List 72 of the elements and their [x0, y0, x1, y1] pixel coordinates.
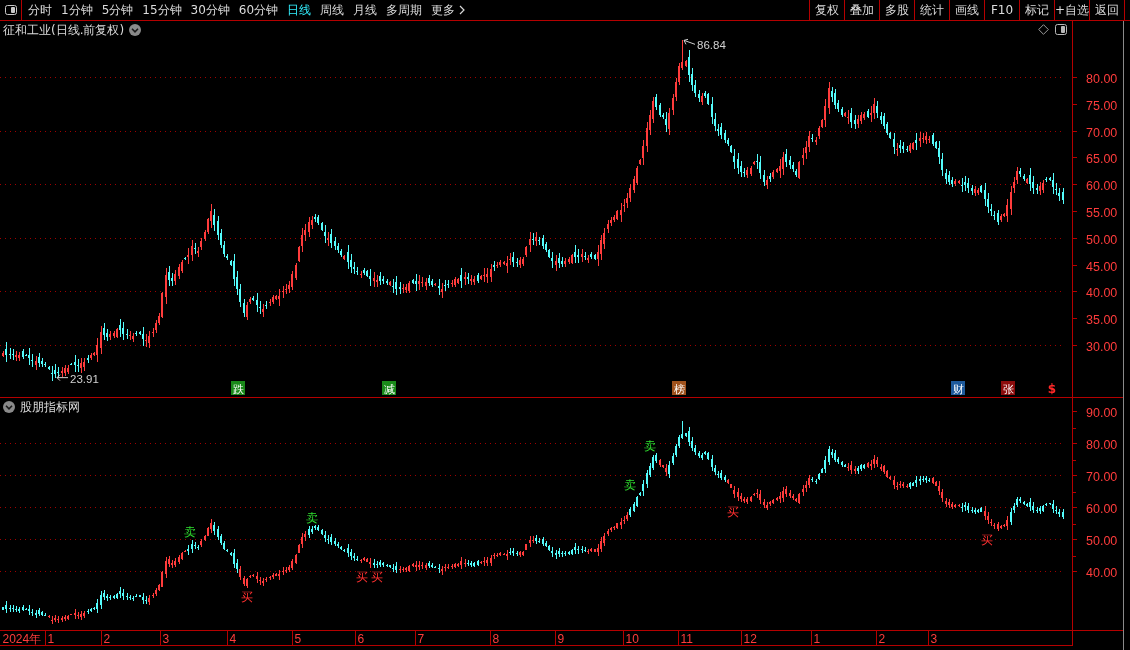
time-axis-label: 12 — [743, 631, 757, 646]
price-axis-label: 35.00 — [1086, 312, 1118, 327]
price-axis-label: 75.00 — [1086, 98, 1118, 113]
event-tag[interactable]: 张 — [1001, 381, 1015, 396]
price-axis-label: 60.00 — [1086, 178, 1118, 193]
price-label: 86.84 — [697, 39, 726, 52]
period-tab[interactable]: 多周期 — [386, 0, 423, 20]
buy-signal-label: 买 — [981, 533, 993, 548]
period-tab[interactable]: 周线 — [320, 0, 345, 20]
value-axis-label: 80.00 — [1086, 437, 1118, 452]
more-menu[interactable]: 更多 — [431, 0, 466, 20]
time-axis-label: 2 — [103, 631, 111, 646]
price-axis-label: 45.00 — [1086, 259, 1118, 274]
price-axis-label: 80.00 — [1086, 71, 1118, 86]
period-tab[interactable]: 1分钟 — [61, 0, 93, 20]
arrow-icon — [683, 38, 696, 45]
price-axis-label: 50.00 — [1086, 232, 1118, 247]
chart-title: 征和工业(日线.前复权) — [3, 23, 125, 37]
price-axis-label: 30.00 — [1086, 339, 1118, 354]
value-axis-label: 90.00 — [1086, 405, 1118, 420]
time-axis-label: 1 — [813, 631, 821, 646]
price-axis-label: 40.00 — [1086, 285, 1118, 300]
value-axis-label: 50.00 — [1086, 533, 1118, 548]
sell-signal-label: 卖 — [306, 510, 318, 525]
time-axis-label: 5 — [294, 631, 302, 646]
period-tab[interactable]: 月线 — [353, 0, 378, 20]
buy-signal-label: 买 — [241, 589, 253, 604]
price-axis-label: 65.00 — [1086, 151, 1118, 166]
sell-signal-label: 卖 — [184, 525, 196, 540]
event-tag[interactable]: 跌 — [231, 381, 245, 396]
toolbar-button[interactable]: +自选 — [1054, 0, 1089, 20]
price-axis-label: 70.00 — [1086, 125, 1118, 140]
time-axis-label: 3 — [930, 631, 938, 646]
arrow-icon — [56, 374, 69, 382]
period-tab[interactable]: 30分钟 — [190, 0, 230, 20]
value-axis-label: 70.00 — [1086, 469, 1118, 484]
period-tab[interactable]: 分时 — [28, 0, 52, 20]
time-axis-label: 2 — [878, 631, 886, 646]
price-label: 23.91 — [70, 372, 99, 385]
time-axis-label: 3 — [162, 631, 170, 646]
time-axis-label: 2024年 — [2, 631, 42, 646]
event-symbol[interactable]: $ — [1047, 382, 1057, 396]
price-axis-label: 55.00 — [1086, 205, 1118, 220]
period-tab[interactable]: 15分钟 — [142, 0, 182, 20]
value-axis-label: 60.00 — [1086, 501, 1118, 516]
value-axis-label: 40.00 — [1086, 565, 1118, 580]
time-axis-label: 8 — [492, 631, 500, 646]
diamond-icon[interactable] — [1038, 24, 1049, 35]
time-axis-label: 10 — [625, 631, 639, 646]
buy-signal-label: 买 — [356, 569, 368, 584]
time-axis-label: 7 — [417, 631, 425, 646]
event-tag[interactable]: 榜 — [672, 381, 686, 396]
period-tab[interactable]: 5分钟 — [101, 0, 134, 20]
panel-toggle-icon[interactable] — [1055, 24, 1067, 35]
sell-signal-label: 卖 — [624, 477, 636, 492]
period-tab[interactable]: 60分钟 — [238, 0, 279, 20]
time-axis-label: 6 — [357, 631, 365, 646]
indicator-title: 股朋指标网 — [20, 400, 80, 414]
event-tag[interactable]: 财 — [951, 381, 965, 396]
time-axis-label: 1 — [47, 631, 55, 646]
sell-signal-label: 卖 — [644, 439, 656, 454]
chevron-down-icon[interactable] — [129, 24, 142, 36]
chevron-right-icon — [459, 5, 466, 15]
period-tab[interactable]: 日线 — [287, 0, 312, 20]
chevron-down-icon[interactable] — [3, 401, 15, 413]
event-tag[interactable]: 减 — [382, 381, 396, 396]
buy-signal-label: 买 — [371, 570, 383, 585]
buy-signal-label: 买 — [727, 504, 739, 519]
time-axis-label: 9 — [557, 631, 565, 646]
panel-toggle-icon — [4, 5, 17, 15]
time-axis-label: 4 — [229, 631, 237, 646]
time-axis-label: 11 — [680, 631, 693, 646]
